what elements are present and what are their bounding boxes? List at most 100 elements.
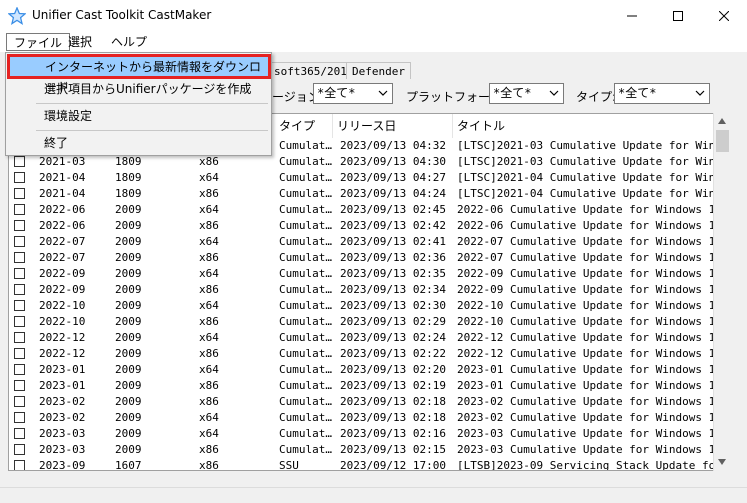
row-checkbox[interactable]	[14, 236, 25, 247]
menu-separator	[36, 130, 268, 131]
row-checkbox[interactable]	[14, 348, 25, 359]
row-checkbox[interactable]	[14, 268, 25, 279]
cell-type: Cumulat…	[279, 299, 332, 312]
cell-type: Cumulat…	[279, 155, 332, 168]
window-title: Unifier Cast Toolkit CastMaker	[32, 8, 212, 22]
cell-type: Cumulat…	[279, 443, 332, 456]
table-row[interactable]: 2022-06 2009 x86 Cumulat… 2023/09/13 02:42 20…	[9, 218, 715, 234]
table-row[interactable]: 2022-09 2009 x86 Cumulat… 2023/09/13 02:34 20…	[9, 282, 715, 298]
row-checkbox[interactable]	[14, 460, 25, 470]
table-row[interactable]: 2022-09 2009 x64 Cumulat… 2023/09/13 02:35 20…	[9, 266, 715, 282]
table-row[interactable]: 2022-10 2009 x64 Cumulat… 2023/09/13 02:30 20…	[9, 298, 715, 314]
row-checkbox[interactable]	[14, 252, 25, 263]
cell-platform: x64	[199, 235, 219, 248]
menu-item-create-package[interactable]: 選択項目からUnifierパッケージを作成	[8, 78, 269, 100]
table-row[interactable]: 2023-01 2009 x64 Cumulat… 2023/09/13 02:20 20…	[9, 362, 715, 378]
table-row[interactable]: 2022-12 2009 x64 Cumulat… 2023/09/13 02:24 20…	[9, 330, 715, 346]
cell-platform: x64	[199, 427, 219, 440]
cell-month: 2022-12	[39, 347, 86, 360]
table-row[interactable]: 2022-07 2009 x86 Cumulat… 2023/09/13 02:36 20…	[9, 250, 715, 266]
cell-version: 2009	[115, 283, 142, 296]
table-row[interactable]: 2021-04 1809 x64 Cumulat… 2023/09/13 04:27 [L…	[9, 170, 715, 186]
title-bar: Unifier Cast Toolkit CastMaker	[0, 0, 747, 32]
table-row[interactable]: 2022-10 2009 x86 Cumulat… 2023/09/13 02:29 20…	[9, 314, 715, 330]
menu-select[interactable]: 選択	[61, 33, 99, 51]
row-checkbox[interactable]	[14, 412, 25, 423]
column-header-release-date[interactable]: リリース日	[333, 114, 453, 138]
table-row[interactable]: 2022-12 2009 x86 Cumulat… 2023/09/13 02:22 20…	[9, 346, 715, 362]
scroll-down-icon[interactable]	[717, 458, 727, 466]
cell-month: 2022-07	[39, 235, 86, 248]
platform-combo[interactable]: *全て*	[489, 83, 564, 104]
cell-title: 2023-03 Cumulative Update for Windows 10…	[457, 427, 715, 440]
minimize-icon	[627, 15, 637, 17]
row-checkbox[interactable]	[14, 428, 25, 439]
cell-platform: x64	[199, 203, 219, 216]
close-button[interactable]	[701, 0, 747, 32]
table-row[interactable]: 2023-03 2009 x86 Cumulat… 2023/09/13 02:15 20…	[9, 442, 715, 458]
cell-title: 2022-09 Cumulative Update for Windows 10…	[457, 267, 715, 280]
row-checkbox[interactable]	[14, 284, 25, 295]
row-checkbox[interactable]	[14, 300, 25, 311]
chevron-down-icon	[549, 90, 559, 96]
cell-release-date: 2023/09/13 02:16	[340, 427, 446, 440]
row-checkbox[interactable]	[14, 172, 25, 183]
cell-platform: x86	[199, 219, 219, 232]
menu-item-exit[interactable]: 終了	[8, 132, 269, 154]
scrollbar-thumb[interactable]	[716, 130, 729, 152]
cell-version: 2009	[115, 347, 142, 360]
cell-type: Cumulat…	[279, 219, 332, 232]
cell-release-date: 2023/09/13 02:22	[340, 347, 446, 360]
cell-type: Cumulat…	[279, 427, 332, 440]
column-header-type[interactable]: タイプ	[275, 114, 333, 138]
menu-separator	[36, 103, 268, 104]
cell-platform: x86	[199, 187, 219, 200]
type-combo[interactable]: *全て*	[614, 83, 710, 104]
cell-title: 2022-10 Cumulative Update for Windows 10…	[457, 315, 715, 328]
table-row[interactable]: 2023-02 2009 x64 Cumulat… 2023/09/13 02:18 20…	[9, 410, 715, 426]
vertical-scrollbar[interactable]	[713, 113, 730, 471]
cell-type: SSU	[279, 459, 299, 471]
row-checkbox[interactable]	[14, 204, 25, 215]
row-checkbox[interactable]	[14, 156, 25, 167]
row-checkbox[interactable]	[14, 364, 25, 375]
maximize-button[interactable]	[655, 0, 701, 32]
cell-title: [LTSC]2021-04 Cumulative Update for Wind…	[457, 187, 715, 200]
row-checkbox[interactable]	[14, 316, 25, 327]
cell-type: Cumulat…	[279, 139, 332, 152]
table-row[interactable]: 2023-01 2009 x86 Cumulat… 2023/09/13 02:19 20…	[9, 378, 715, 394]
cell-version: 2009	[115, 315, 142, 328]
cell-release-date: 2023/09/13 02:19	[340, 379, 446, 392]
cell-platform: x64	[199, 363, 219, 376]
cell-month: 2022-10	[39, 315, 86, 328]
cell-platform: x86	[199, 155, 219, 168]
type-label: タイプ:	[576, 90, 617, 104]
row-checkbox[interactable]	[14, 332, 25, 343]
column-header-title[interactable]: タイトル	[453, 114, 715, 138]
cell-month: 2022-07	[39, 251, 86, 264]
scroll-up-icon[interactable]	[717, 117, 727, 125]
row-checkbox[interactable]	[14, 444, 25, 455]
row-checkbox[interactable]	[14, 380, 25, 391]
table-row[interactable]: 2023-09 1607 x86 SSU 2023/09/12 17:00 [LTSB]2…	[9, 458, 715, 471]
menu-help[interactable]: ヘルプ	[104, 33, 154, 51]
cell-title: [LTSC]2021-03 Cumulative Update for Wind…	[457, 139, 715, 152]
cell-month: 2022-06	[39, 203, 86, 216]
cell-release-date: 2023/09/13 02:34	[340, 283, 446, 296]
tab-defender[interactable]: Defender	[346, 62, 411, 79]
minimize-button[interactable]	[609, 0, 655, 32]
cell-title: 2022-12 Cumulative Update for Windows 10…	[457, 347, 715, 360]
table-row[interactable]: 2023-03 2009 x64 Cumulat… 2023/09/13 02:16 20…	[9, 426, 715, 442]
cell-version: 2009	[115, 235, 142, 248]
cell-platform: x86	[199, 379, 219, 392]
table-row[interactable]: 2023-02 2009 x86 Cumulat… 2023/09/13 02:18 20…	[9, 394, 715, 410]
row-checkbox[interactable]	[14, 396, 25, 407]
row-checkbox[interactable]	[14, 188, 25, 199]
table-row[interactable]: 2022-06 2009 x64 Cumulat… 2023/09/13 02:45 20…	[9, 202, 715, 218]
table-row[interactable]: 2021-04 1809 x86 Cumulat… 2023/09/13 04:24 [L…	[9, 186, 715, 202]
row-checkbox[interactable]	[14, 220, 25, 231]
table-row[interactable]: 2022-07 2009 x64 Cumulat… 2023/09/13 02:41 20…	[9, 234, 715, 250]
menu-item-settings[interactable]: 環境設定	[8, 105, 269, 127]
table-row[interactable]: 2021-03 1809 x86 Cumulat… 2023/09/13 04:30 [L…	[9, 154, 715, 170]
version-combo[interactable]: *全て*	[313, 83, 393, 104]
